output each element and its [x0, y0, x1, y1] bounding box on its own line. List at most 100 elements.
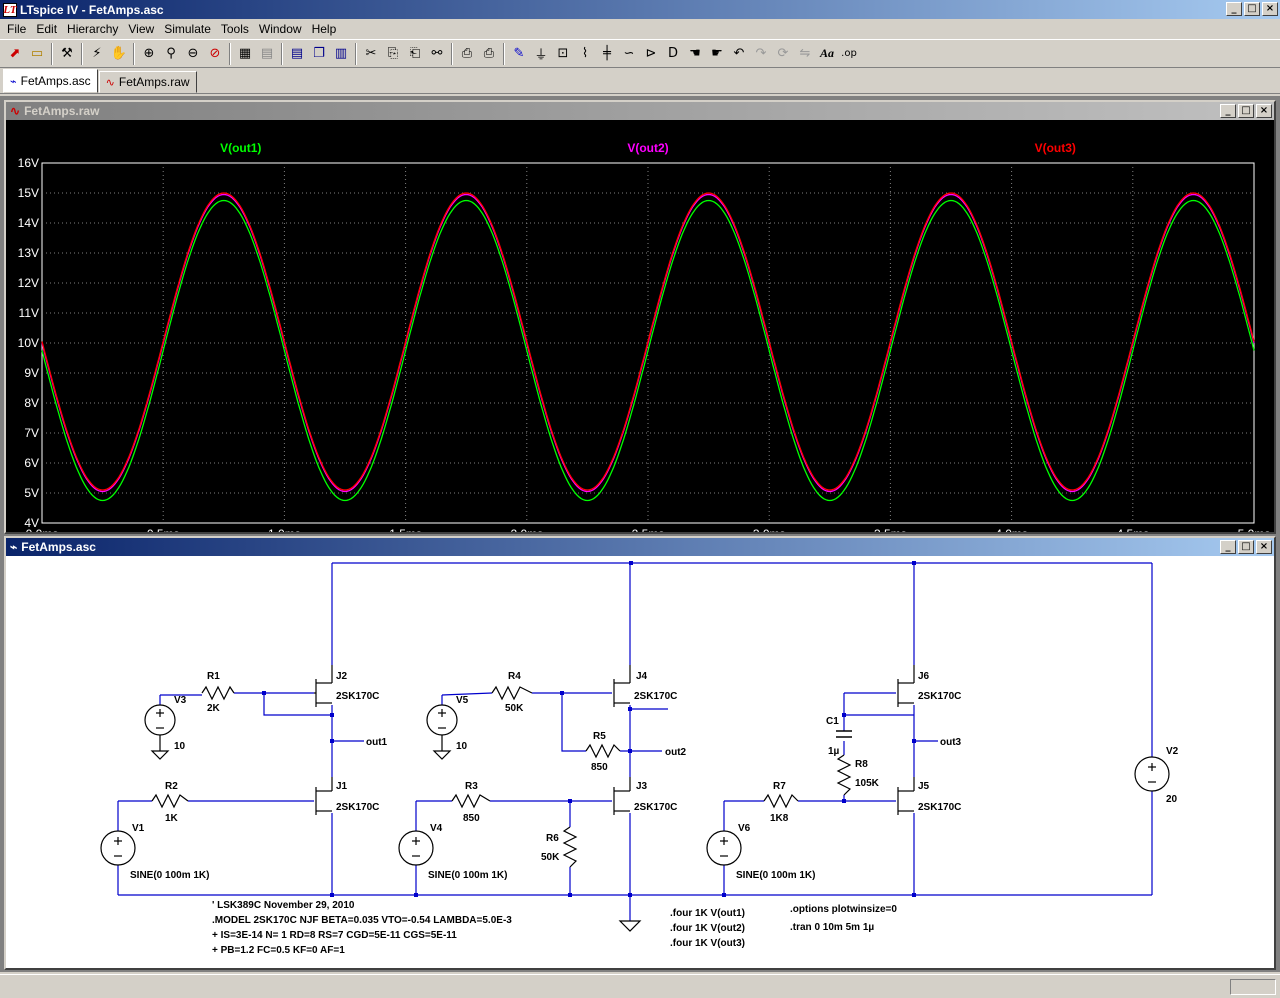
- tab-fetamps-raw[interactable]: ∿ FetAmps.raw: [98, 71, 197, 93]
- tile-horizontal-icon[interactable]: ▤: [286, 43, 308, 65]
- spice-directive-icon[interactable]: .op: [838, 43, 860, 65]
- resistor-icon[interactable]: ⌇: [574, 43, 596, 65]
- legend-label: V(out2): [627, 141, 668, 155]
- open-folder-icon[interactable]: ▭: [26, 43, 48, 65]
- schematic-minimize-button[interactable]: _: [1220, 540, 1236, 554]
- move-hand-icon[interactable]: ☚: [684, 43, 706, 65]
- menu-view[interactable]: View: [123, 22, 159, 36]
- y-tick-label: 11V: [19, 306, 39, 320]
- zoom-out-icon[interactable]: ⊖: [182, 43, 204, 65]
- schematic-canvas[interactable]: R1 2K R2 1K J2 2SK170C J1 2SK170C out1 V…: [6, 556, 1274, 968]
- maximize-button[interactable]: □: [1244, 2, 1260, 16]
- waveform-minimize-button[interactable]: _: [1220, 104, 1236, 118]
- tran-directive[interactable]: .tran 0 10m 5m 1µ: [790, 922, 874, 933]
- mdi-workspace: ∿ FetAmps.raw _ □ × 4V 5V 6V 7V 8V 9V 10V 11V 12…: [0, 96, 1280, 972]
- copy-icon[interactable]: ⎘: [382, 43, 404, 65]
- menu-window[interactable]: Window: [254, 22, 307, 36]
- x-tick-label: 0.0ms: [26, 527, 59, 532]
- jfet-symbols: [314, 665, 915, 815]
- run-icon[interactable]: ⚡: [86, 43, 108, 65]
- control-panel-icon[interactable]: ⚒: [56, 43, 78, 65]
- label-net-icon[interactable]: ⊡: [552, 43, 574, 65]
- schematic-close-button[interactable]: ×: [1256, 540, 1272, 554]
- label-j3: J3: [636, 781, 648, 792]
- menu-tools[interactable]: Tools: [216, 22, 254, 36]
- resistor-symbols: [151, 685, 852, 868]
- label-j5: J5: [918, 781, 930, 792]
- new-schematic-icon[interactable]: ⬈: [4, 43, 26, 65]
- pan-icon[interactable]: ⚲: [160, 43, 182, 65]
- toolbar-divider: [451, 42, 453, 65]
- find-icon[interactable]: ⚯: [426, 43, 448, 65]
- label-v6: V6: [738, 823, 751, 834]
- redo-icon[interactable]: ↷: [750, 43, 772, 65]
- zoom-cancel-icon[interactable]: ⊘: [204, 43, 226, 65]
- diode-icon[interactable]: ⊳: [640, 43, 662, 65]
- mirror-icon[interactable]: ⇋: [794, 43, 816, 65]
- y-tick-label: 8V: [24, 396, 39, 410]
- menu-file[interactable]: File: [2, 22, 31, 36]
- value-r8: 105K: [855, 778, 880, 789]
- model-j3: 2SK170C: [634, 802, 677, 813]
- halt-hand-icon[interactable]: ✋: [108, 43, 130, 65]
- model-line-3: + PB=1.2 FC=0.5 KF=0 AF=1: [212, 945, 345, 956]
- four-directive-1[interactable]: .four 1K V(out1): [670, 908, 745, 919]
- label-r5: R5: [593, 731, 606, 742]
- model-j2: 2SK170C: [336, 691, 379, 702]
- y-tick-label: 5V: [24, 486, 39, 500]
- print-preview-icon[interactable]: ⎙: [456, 43, 478, 65]
- menu-edit[interactable]: Edit: [31, 22, 62, 36]
- status-pane: [1230, 979, 1276, 995]
- app-title-bar: LT LTspice IV - FetAmps.asc _ □ ×: [0, 0, 1280, 19]
- resistor-r5: [585, 743, 621, 759]
- tile-vertical-icon[interactable]: ▥: [330, 43, 352, 65]
- close-button[interactable]: ×: [1262, 2, 1278, 16]
- toolbar-divider: [503, 42, 505, 65]
- junction-dots: [262, 561, 916, 897]
- model-line-1: .MODEL 2SK170C NJF BETA=0.035 VTO=-0.54 …: [212, 915, 512, 926]
- component-icon[interactable]: D: [662, 43, 684, 65]
- tab-label: FetAmps.asc: [20, 74, 91, 88]
- x-tick-label: 2.5ms: [632, 527, 665, 532]
- resistor-r7: [763, 793, 799, 809]
- menu-help[interactable]: Help: [307, 22, 342, 36]
- four-directive-2[interactable]: .four 1K V(out2): [670, 923, 745, 934]
- menu-hierarchy[interactable]: Hierarchy: [62, 22, 123, 36]
- four-directive-3[interactable]: .four 1K V(out3): [670, 938, 745, 949]
- x-axis-ticks: 0.0ms 0.5ms 1.0ms 1.5ms 2.0ms 2.5ms 3.0ms 3.5ms…: [26, 527, 1271, 532]
- waveform-plot[interactable]: 4V5V6V7V8V9V10V11V12V13V14V15V16V 0.0ms0…: [6, 120, 1274, 532]
- tab-label: FetAmps.raw: [118, 75, 190, 89]
- undo-icon[interactable]: ↶: [728, 43, 750, 65]
- minimize-button[interactable]: _: [1226, 2, 1242, 16]
- autorange-icon[interactable]: ▦: [234, 43, 256, 65]
- jfet-j1: [315, 777, 333, 815]
- rotate-icon[interactable]: ⟳: [772, 43, 794, 65]
- options-directive[interactable]: .options plotwinsize=0: [790, 904, 897, 915]
- x-tick-label: 2.0ms: [510, 527, 543, 532]
- jfet-j5: [897, 777, 915, 815]
- label-v3: V3: [174, 695, 187, 706]
- inductor-icon[interactable]: ∽: [618, 43, 640, 65]
- capacitor-icon[interactable]: ╪: [596, 43, 618, 65]
- drag-hand-icon[interactable]: ☛: [706, 43, 728, 65]
- schematic-icon: ⌁: [10, 74, 17, 88]
- label-j4: J4: [636, 671, 648, 682]
- cascade-icon[interactable]: ❐: [308, 43, 330, 65]
- toolbar-divider: [133, 42, 135, 65]
- y-tick-label: 16V: [18, 156, 39, 170]
- ground-icon[interactable]: ⏚: [530, 43, 552, 65]
- zoom-in-icon[interactable]: ⊕: [138, 43, 160, 65]
- value-r5: 850: [591, 762, 608, 773]
- waveform-maximize-button[interactable]: □: [1238, 104, 1254, 118]
- waveform-close-button[interactable]: ×: [1256, 104, 1272, 118]
- grid-icon[interactable]: ▤: [256, 43, 278, 65]
- menu-simulate[interactable]: Simulate: [159, 22, 216, 36]
- draw-wire-icon[interactable]: ✎: [508, 43, 530, 65]
- tab-fetamps-asc[interactable]: ⌁ FetAmps.asc: [3, 69, 98, 93]
- paste-icon[interactable]: ⎗: [404, 43, 426, 65]
- label-r2: R2: [165, 781, 178, 792]
- schematic-maximize-button[interactable]: □: [1238, 540, 1254, 554]
- cut-icon[interactable]: ✂: [360, 43, 382, 65]
- text-icon[interactable]: Aa: [816, 43, 838, 65]
- print-icon[interactable]: ⎙: [478, 43, 500, 65]
